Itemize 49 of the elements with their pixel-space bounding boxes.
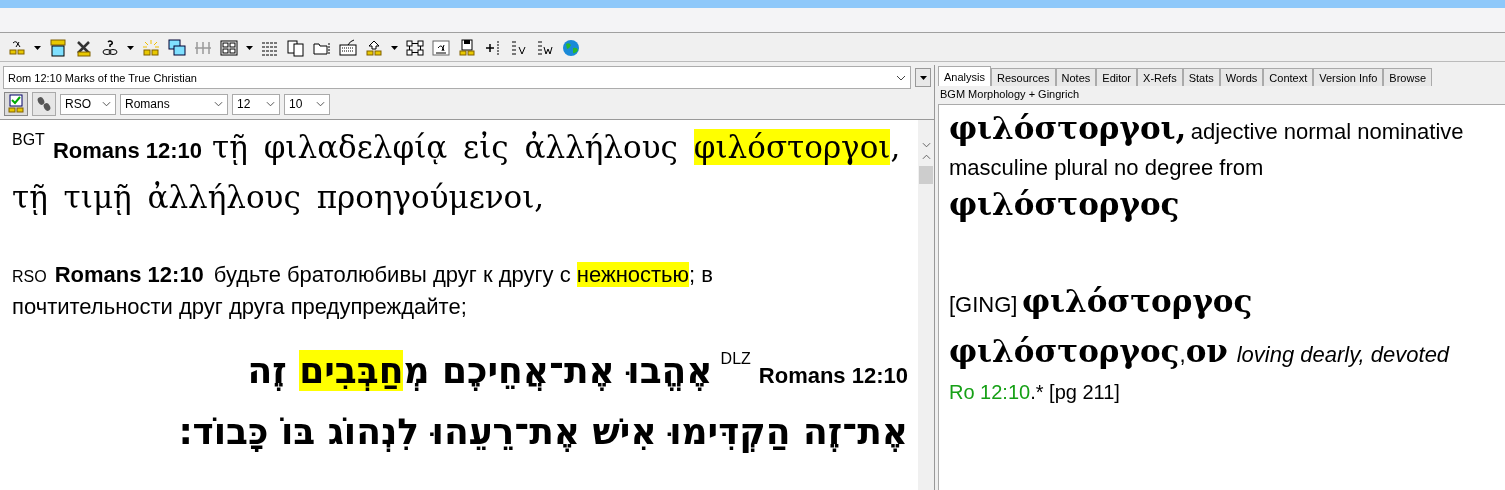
caret-icon bbox=[246, 46, 253, 50]
scroll-down-icon[interactable] bbox=[921, 142, 931, 148]
caret-icon bbox=[34, 46, 41, 50]
chapter-dropdown[interactable]: 12 bbox=[232, 93, 280, 115]
scroll-up-icon[interactable] bbox=[921, 154, 931, 160]
grid-button[interactable] bbox=[218, 37, 240, 59]
tab[interactable]: Browse bbox=[1383, 68, 1433, 86]
copy-button[interactable] bbox=[285, 37, 307, 59]
tab[interactable]: Words bbox=[1219, 68, 1264, 86]
nodes-button[interactable] bbox=[404, 37, 426, 59]
scroll-thumb[interactable] bbox=[919, 166, 933, 184]
check-books-icon bbox=[7, 94, 25, 114]
footprints-icon bbox=[35, 95, 53, 113]
tab[interactable]: Stats bbox=[1182, 68, 1220, 86]
version-dropdown[interactable]: RSO bbox=[60, 93, 116, 115]
tab[interactable]: Resources bbox=[990, 68, 1056, 86]
footprints-button[interactable] bbox=[32, 92, 56, 116]
verse-dropdown[interactable]: 10 bbox=[284, 93, 330, 115]
lexicon-heading: [GING]φιλόστοργος bbox=[949, 282, 1254, 321]
verse: RSO Romans 12:10 будьте братолюбивы друг к другу с нежностью; в почтительности друг друга предупреждайте; bbox=[12, 261, 714, 321]
tab[interactable]: Notes bbox=[1055, 68, 1097, 86]
scroll-bar[interactable] bbox=[918, 120, 934, 490]
check-books-button[interactable] bbox=[4, 92, 28, 116]
verse: BGT Romans 12:10 τῇ φιλαδελφίᾳ εἰς ἀλλήλους φιλόστοργοι, τῇ τιμῇ ἀλλήλους προηγούμενοι, bbox=[12, 128, 902, 217]
book-dropdown[interactable]: Romans bbox=[120, 93, 228, 115]
floppy-books-button[interactable] bbox=[456, 37, 478, 59]
parsing-entry: φιλόστοργοι,adjective normal nominative masculine plural no degree from φιλόστοργος bbox=[949, 111, 1465, 224]
tab[interactable]: Editor bbox=[1096, 68, 1138, 86]
caret-icon bbox=[919, 75, 927, 80]
tab[interactable]: Analysis bbox=[938, 66, 991, 86]
chevron-icon bbox=[896, 74, 906, 81]
chevron-icon bbox=[102, 101, 111, 107]
keyboard-button[interactable] bbox=[337, 37, 359, 59]
tab[interactable]: Context bbox=[1263, 68, 1314, 86]
verse-link[interactable]: Ro 12:10 bbox=[949, 381, 1031, 403]
reference-dropdown[interactable]: Rom 12:10 Marks of the True Christian bbox=[3, 66, 911, 89]
tab[interactable]: X-Refs bbox=[1137, 68, 1183, 86]
tab[interactable]: Version Info bbox=[1313, 68, 1384, 86]
chevron-icon bbox=[266, 101, 275, 107]
page-note: .* [pg 211] bbox=[1030, 381, 1120, 403]
alpha-box-button[interactable] bbox=[430, 37, 452, 59]
chevron-icon bbox=[214, 101, 223, 107]
caret-icon bbox=[391, 46, 398, 50]
chevron-icon bbox=[316, 101, 325, 107]
books-window-button[interactable] bbox=[47, 37, 69, 59]
caret-icon bbox=[127, 46, 134, 50]
dropdown-button[interactable] bbox=[915, 68, 931, 87]
cascade-windows-button[interactable] bbox=[166, 37, 188, 59]
lexicon-entry: φιλόστοργος,ον loving dearly, devoted bbox=[949, 332, 1451, 371]
